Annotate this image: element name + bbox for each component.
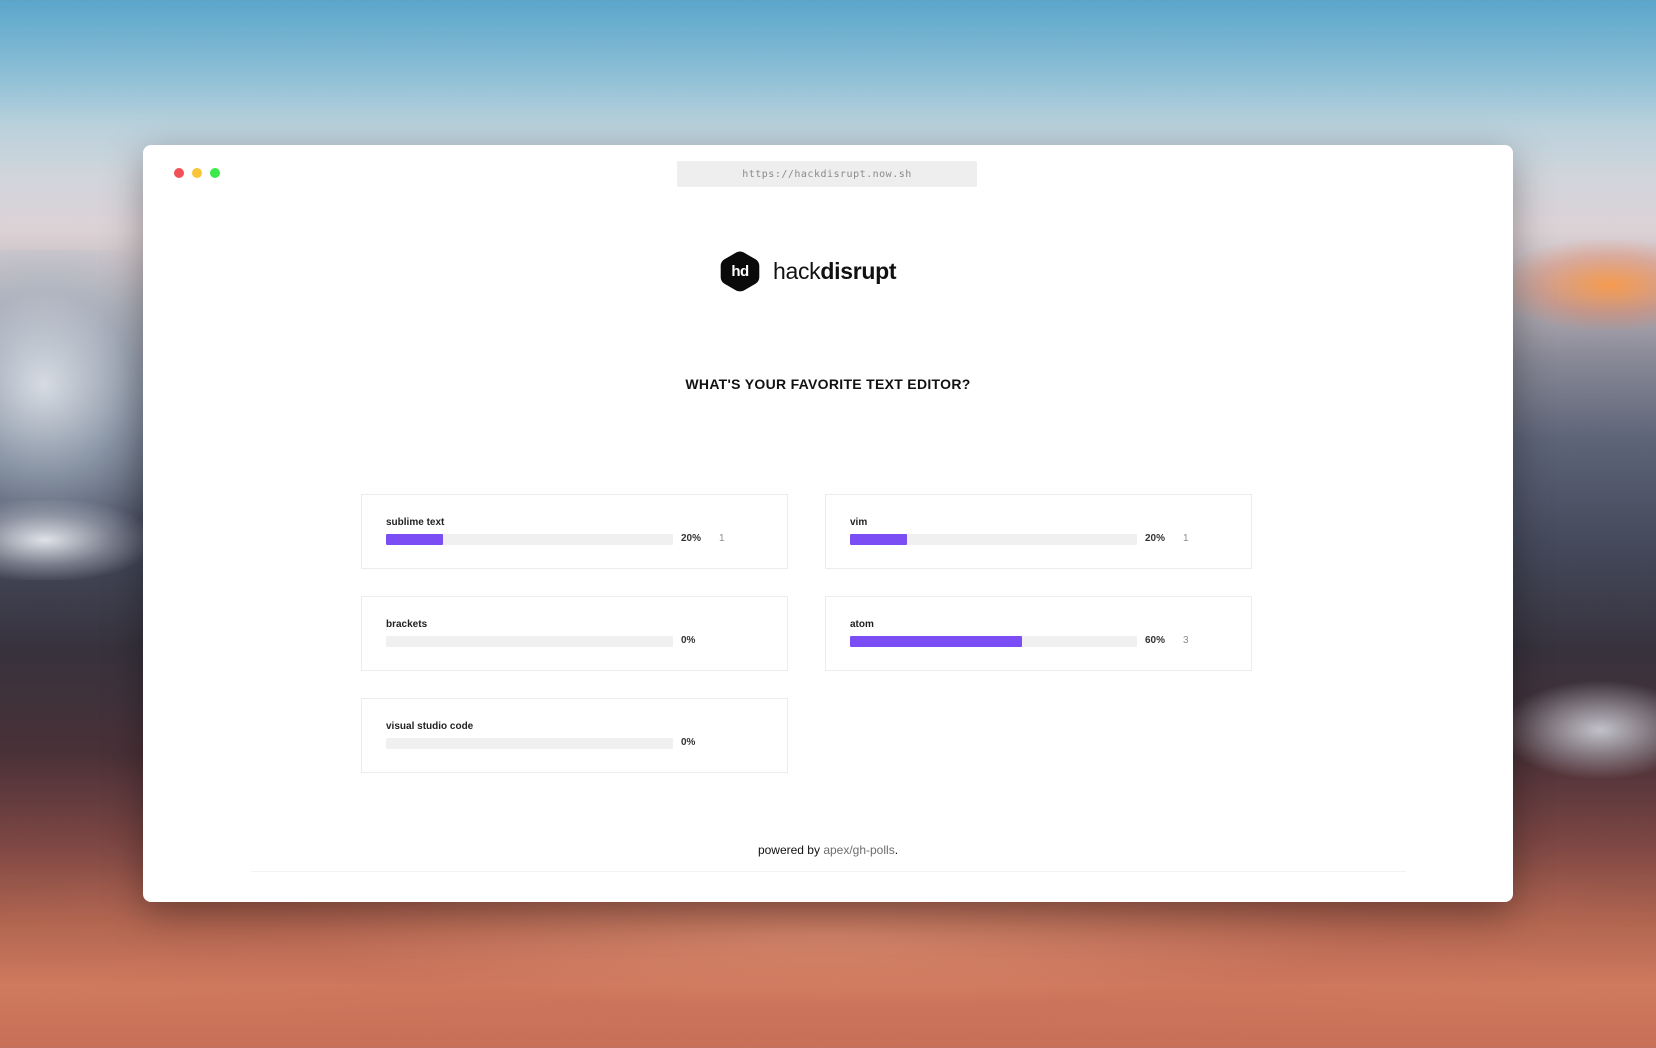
minimize-window-button[interactable] [192, 168, 202, 178]
option-percent: 20% [681, 533, 702, 544]
option-vote-count: 1 [1183, 533, 1189, 544]
brand-name-light: hack [773, 257, 821, 284]
footer-divider [251, 871, 1406, 872]
hexagon-logo-icon: hd [719, 250, 761, 292]
poll-option-atom[interactable]: atom 60% 3 [825, 596, 1252, 671]
option-label: vim [850, 517, 868, 528]
poll-question: WHAT'S YOUR FAVORITE TEXT EDITOR? [685, 376, 971, 392]
option-percent: 0% [681, 635, 696, 646]
option-label: atom [850, 619, 874, 630]
option-progress-track [386, 534, 673, 545]
background-mist [1500, 680, 1656, 780]
gh-polls-link[interactable]: apex/gh-polls [823, 843, 894, 857]
option-label: brackets [386, 619, 428, 630]
option-progress-fill [386, 534, 444, 545]
background-snow [0, 500, 150, 580]
poll-option-sublime-text[interactable]: sublime text 20% 1 [361, 494, 788, 569]
option-percent: 60% [1145, 635, 1166, 646]
option-label: sublime text [386, 517, 445, 528]
browser-window: https://hackdisrupt.now.sh hd hackdisrup… [143, 145, 1513, 902]
maximize-window-button[interactable] [210, 168, 220, 178]
brand-name: hackdisrupt [773, 257, 897, 285]
close-window-button[interactable] [174, 168, 184, 178]
footer-prefix: powered by [757, 843, 824, 857]
brand-logo[interactable]: hd hackdisrupt [719, 250, 897, 292]
address-bar[interactable]: https://hackdisrupt.now.sh [677, 161, 977, 187]
option-percent: 20% [1145, 533, 1166, 544]
window-controls [174, 168, 220, 178]
footer-suffix: . [894, 843, 899, 857]
option-vote-count: 1 [719, 533, 725, 544]
option-progress-track [386, 738, 673, 749]
option-label: visual studio code [386, 721, 474, 732]
option-progress-fill [850, 636, 1023, 647]
option-vote-count: 3 [1183, 635, 1189, 646]
logo-mark-text: hd [731, 262, 749, 280]
option-percent: 0% [681, 737, 696, 748]
option-progress-track [850, 636, 1137, 647]
poll-option-brackets[interactable]: brackets 0% [361, 596, 788, 671]
footer: powered by apex/gh-polls. [143, 843, 1513, 857]
poll-option-visual-studio-code[interactable]: visual studio code 0% [361, 698, 788, 773]
option-progress-fill [850, 534, 908, 545]
option-progress-track [386, 636, 673, 647]
poll-option-vim[interactable]: vim 20% 1 [825, 494, 1252, 569]
option-progress-track [850, 534, 1137, 545]
background-sunset-glow [1500, 240, 1656, 330]
brand-name-bold: disrupt [820, 257, 897, 284]
